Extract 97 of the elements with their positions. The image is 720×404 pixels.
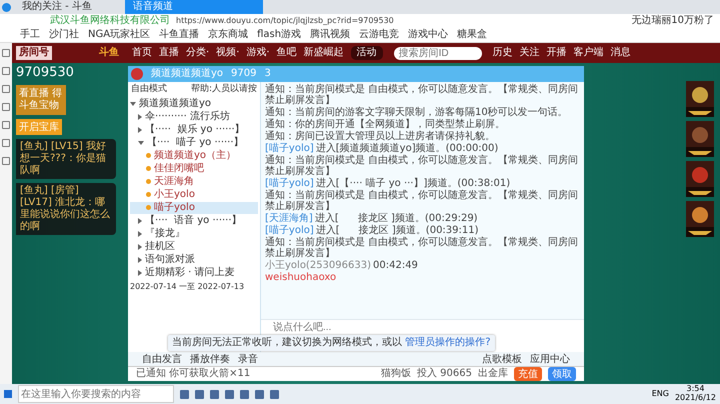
danmaku-message: [鱼丸] [房管] [LV17] 淮北龙：哪里能说说你们这怎么的啊 [16, 182, 116, 235]
browser-tab[interactable]: 语音频道 [125, 0, 263, 14]
sidebar-icon[interactable] [2, 85, 10, 93]
gift-notice: 已通知 你可获取火箭×11 [136, 368, 250, 380]
notice-message: 通知：房间已设置大管理员以上进房者请保持礼貌。 [265, 131, 496, 142]
bookmark-link[interactable]: 游戏中心 [408, 29, 448, 41]
channel-node[interactable]: 语句派对派 [130, 254, 258, 266]
nav-icon-link[interactable]: 关注 [520, 47, 540, 59]
danmaku-message: [鱼丸] [LV15] 我好想一天???：你是猫队啊 [16, 138, 116, 179]
stat-label: 出金库 [478, 368, 508, 380]
bookmark-link[interactable]: NGA玩家社区 [88, 29, 150, 41]
nav-link[interactable]: 直播 [159, 47, 179, 59]
notice-message: 通知：当前房间模式是 自由模式，你可以随意发言。【常规类、同房间禁止刷屏发言】 [265, 155, 580, 177]
channel-node[interactable]: 伞·········· 流行乐坊 [130, 110, 258, 123]
message-time: 00:42:49 [373, 260, 418, 271]
member-row[interactable]: 佳佳闭嘴吧 [130, 162, 258, 175]
toolbar-button[interactable]: 录音 [238, 352, 258, 366]
event-badge[interactable]: 活动 [350, 46, 383, 60]
nav-link[interactable]: 视频· [216, 47, 240, 59]
chat-message: weishuohaoxo [265, 272, 338, 283]
toolbar-button[interactable]: 自由发言 [142, 352, 182, 366]
profile-label[interactable]: 无边瑞丽10万粉了 [631, 15, 714, 27]
sidebar-icon[interactable] [2, 139, 10, 147]
member-row[interactable]: 小王yolo [130, 188, 258, 201]
channel-id: 9709 [231, 68, 256, 80]
nav-icon-link[interactable]: 开播 [546, 47, 567, 59]
nav-icon-link[interactable]: 历史 [492, 47, 513, 59]
user-link[interactable]: [喵子yolo] [265, 178, 314, 189]
taskbar-search-field[interactable]: 在这里输入你要搜索的内容 [18, 385, 174, 403]
sidebar-icon[interactable] [2, 49, 10, 57]
bookmark-link[interactable]: 手工 [20, 29, 40, 41]
channel-name: 频道频道频道yo [151, 68, 224, 80]
bookmark-link[interactable]: 沙门社 [49, 29, 79, 41]
toolbar-button[interactable]: 点歌模板 [482, 352, 522, 366]
member-row[interactable]: 天涯海角 [130, 176, 258, 188]
bookmark-link[interactable]: 云游电竞 [359, 29, 400, 41]
user-link[interactable]: [喵子yolo] [265, 143, 314, 154]
channel-node[interactable]: 频道频道频道yo [130, 98, 258, 110]
nav-link[interactable]: 新盛崛起 [304, 47, 344, 59]
stat-label: 猫狗饭 [381, 368, 411, 380]
join-message: 进入[ 接龙区 ]频道。(00:39:11) [316, 225, 479, 236]
user-count: 3 [264, 68, 271, 80]
tip-link[interactable]: 管理员操作的操作? [405, 337, 490, 348]
address-bar[interactable]: 武汉斗鱼网络科技有限公司 https://www.douyu.com/topic/jlqjlzsb_pc?rid=9709530 [50, 15, 626, 27]
notice-message: 通知：你的房间开通【全网频道】，同类型禁止刷屏。 [265, 119, 506, 130]
mode-hint: 帮助:人员以请按 [190, 84, 257, 95]
notice-message: 通知：当前房间模式是 自由模式，你可以随意发言。【常规类、同房间禁止刷屏发言】 [265, 190, 580, 212]
search-field[interactable]: 搜索房间ID [394, 46, 482, 60]
stat-label: 投入 90665 [417, 368, 472, 380]
bookmark-link[interactable]: 腾讯视频 [310, 29, 350, 41]
channel-node[interactable]: 挂机区 [130, 240, 258, 253]
start-icon[interactable] [4, 390, 12, 398]
room-number: 9709530 [16, 65, 74, 81]
channel-node[interactable]: 近期精彩 · 请问上麦 [130, 266, 258, 279]
mode-dropdown[interactable]: 自由模式 [131, 84, 167, 95]
site-owner-label: 武汉斗鱼网络科技有限公司 [50, 15, 170, 27]
join-message: 进入[频道频道频道yo]频道。(00:00:00) [316, 143, 498, 154]
channel-node[interactable]: 『接龙』 [130, 228, 258, 240]
user-link[interactable]: [天涯海角] [265, 213, 313, 224]
join-message: 进入[ 接龙区 ]频道。(00:29:29) [314, 213, 478, 224]
nav-icon-link[interactable]: 消息 [610, 47, 631, 59]
avatar-icon [131, 68, 143, 80]
nav-link[interactable]: 分类· [186, 47, 210, 59]
channel-node[interactable]: 【····· 娱乐 yo ······】 [130, 124, 258, 136]
nav-link[interactable]: 首页 [132, 47, 152, 59]
member-row[interactable]: 喵子yolo [130, 202, 258, 214]
room-label: 房间号 [16, 46, 52, 60]
sidebar-icon[interactable] [2, 157, 10, 165]
clock-date[interactable]: 2021/6/12 [674, 394, 716, 403]
bookmark-link[interactable]: 斗鱼直播 [159, 29, 200, 41]
browser-tab[interactable]: 我的关注 - 斗鱼 [14, 0, 122, 14]
join-message: 进入[【···· 喵子 yo ···】]频道。(00:38:01) [316, 178, 510, 189]
notice-message: 通知：当前房间模式是 自由模式，你可以随意发言。【常规类、同房间禁止刷屏发言】 [265, 84, 580, 106]
site-logo[interactable]: 斗鱼 [99, 47, 119, 59]
bookmark-link[interactable]: 糖果盒 [457, 29, 488, 41]
nav-link[interactable]: 游戏· [246, 47, 270, 59]
browser-logo-icon[interactable] [2, 2, 11, 12]
url-text: https://www.douyu.com/topic/jlqjlzsb_pc?rid=9709530 [176, 16, 394, 26]
user-link[interactable]: [喵子yolo] [265, 225, 314, 236]
tip-text: 当前房间无法正常收听，建议切换为网络模式，或以 [172, 337, 402, 348]
sidebar-icon[interactable] [2, 67, 10, 75]
member-row[interactable]: 频道频道yo（主） [130, 150, 258, 162]
sidebar-icon[interactable] [2, 103, 10, 111]
language-indicator[interactable]: ENG [652, 389, 669, 399]
bookmark-link[interactable]: 京东商城 [208, 29, 248, 41]
channel-node[interactable]: 【···· 语音 yo ······】 [130, 214, 258, 227]
notice-message: 通知：当前房间模式是 自由模式，你可以随意发言。【常规类、同房间禁止刷屏发言】 [265, 237, 580, 259]
toolbar-button[interactable]: 应用中心 [530, 352, 570, 366]
notice-message: 通知：当前房间的游客文字聊天限制，游客每隔10秒可以发一句话。 [265, 107, 569, 118]
bookmark-link[interactable]: flash游戏 [257, 29, 302, 41]
nav-link[interactable]: 鱼吧 [276, 47, 297, 59]
nav-icon-link[interactable]: 客户端 [574, 47, 604, 59]
toolbar-button[interactable]: 播放伴奏 [190, 352, 230, 366]
clock-time[interactable]: 3:54 [686, 385, 704, 394]
channel-node[interactable]: 【···· 喵子 yo ······】 [130, 136, 258, 149]
date-range: 2022-07-14 一至 2022-07-13 [130, 282, 246, 292]
sidebar-icon[interactable] [2, 121, 10, 129]
